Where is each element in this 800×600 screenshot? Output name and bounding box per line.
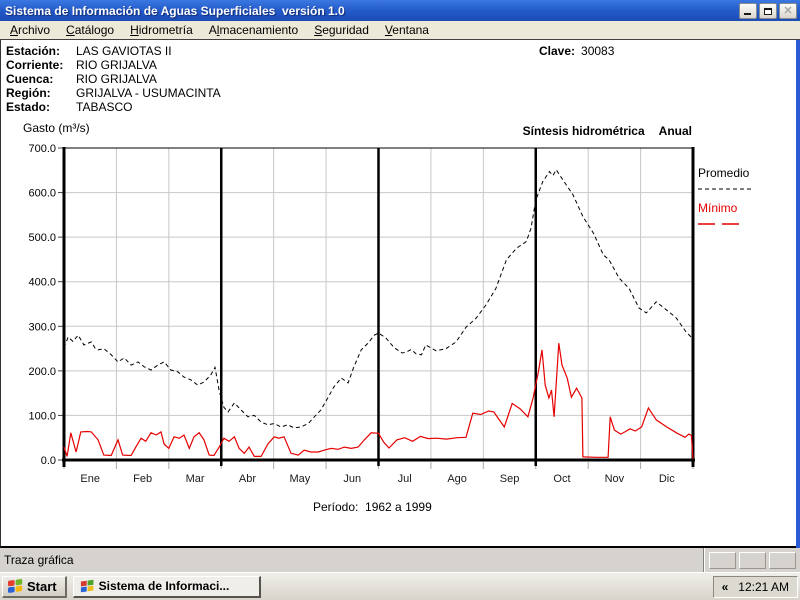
clave-value: 30083 — [581, 44, 615, 58]
svg-text:Sep: Sep — [500, 473, 520, 485]
start-button-label: Start — [27, 578, 57, 594]
statusbar-pane — [769, 551, 796, 569]
station-key: Clave: 30083 — [539, 44, 614, 58]
svg-text:500.0: 500.0 — [28, 232, 56, 244]
restore-icon — [764, 7, 772, 15]
series-promedio — [63, 168, 694, 429]
svg-text:400.0: 400.0 — [28, 277, 56, 289]
svg-text:200.0: 200.0 — [28, 366, 56, 378]
window-title: Sistema de Información de Aguas Superfic… — [5, 3, 345, 18]
station-value: TABASCO — [76, 100, 133, 114]
window-controls: ✕ — [739, 2, 800, 19]
menu-item-catalogo[interactable]: Catálogo — [58, 21, 122, 39]
start-button[interactable]: Start — [2, 575, 67, 598]
station-info: Estación: LAS GAVIOTAS II Corriente: RIO G… — [6, 44, 221, 114]
legend-entry-minimo: Mínimo — [698, 201, 752, 229]
svg-text:Jun: Jun — [343, 473, 361, 485]
menu-item-almacenamiento[interactable]: Almacenamiento — [201, 21, 306, 39]
menu-item-ventana[interactable]: Ventana — [377, 21, 437, 39]
svg-text:Ene: Ene — [80, 473, 100, 485]
y-axis-title: Gasto (m³/s) — [23, 121, 90, 135]
svg-text:May: May — [289, 473, 310, 485]
svg-text:600.0: 600.0 — [28, 188, 56, 200]
station-label: Cuenca: — [6, 72, 54, 86]
app-window-icon — [80, 579, 94, 592]
task-button-label: Sistema de Informaci... — [98, 579, 230, 593]
statusbar-pane — [739, 551, 766, 569]
dashed-line-sample-icon — [698, 188, 752, 190]
red-line-sample-icon — [698, 223, 742, 225]
menu-item-seguridad[interactable]: Seguridad — [306, 21, 377, 39]
statusbar-panes — [705, 551, 800, 569]
svg-text:Feb: Feb — [133, 473, 152, 485]
svg-text:Abr: Abr — [239, 473, 256, 485]
station-row: Cuenca: RIO GRIJALVA — [6, 72, 221, 86]
svg-text:Dic: Dic — [659, 473, 675, 485]
legend-label-promedio: Promedio — [698, 166, 750, 180]
legend-label-minimo: Mínimo — [698, 201, 738, 215]
station-label: Corriente: — [6, 58, 64, 72]
station-row: Estación: LAS GAVIOTAS II — [6, 44, 221, 58]
minimize-button[interactable] — [739, 2, 757, 19]
station-label: Estación: — [6, 44, 61, 58]
menu-item-archivo[interactable]: Archivo — [2, 21, 58, 39]
svg-text:700.0: 700.0 — [28, 143, 56, 155]
station-value: RIO GRIJALVA — [76, 58, 157, 72]
svg-text:0.0: 0.0 — [41, 455, 56, 467]
station-label: Estado: — [6, 100, 51, 114]
titlebar[interactable]: Sistema de Información de Aguas Superfic… — [0, 0, 800, 21]
menubar: Archivo Catálogo Hidrometría Almacenamiento… — [0, 21, 800, 40]
statusbar-text: Traza gráfica — [4, 553, 74, 567]
hydrograph-chart: 0.0 100.0 200.0 300.0 400.0 500.0 600.0 700.0 En… — [28, 143, 695, 485]
svg-text:Nov: Nov — [605, 473, 625, 485]
chart-mode-text: Anual — [658, 124, 692, 138]
clave-label: Clave: — [539, 44, 576, 58]
svg-text:Mar: Mar — [186, 473, 205, 485]
svg-text:Jul: Jul — [398, 473, 412, 485]
svg-text:100.0: 100.0 — [28, 410, 56, 422]
chart-title-text: Síntesis hidrométrica — [522, 124, 645, 138]
close-icon: ✕ — [783, 4, 793, 17]
menu-item-hidrometria[interactable]: Hidrometría — [122, 21, 201, 39]
taskbar: Start Sistema de Informaci... « 12:21 AM — [0, 572, 800, 600]
svg-text:300.0: 300.0 — [28, 321, 56, 333]
svg-text:Oct: Oct — [553, 473, 570, 485]
series-minimo — [63, 343, 694, 459]
tray-chevron-icon[interactable]: « — [722, 580, 729, 594]
chart-legend: Promedio Mínimo — [698, 166, 752, 236]
svg-text:Ago: Ago — [447, 473, 467, 485]
close-button[interactable]: ✕ — [779, 2, 797, 19]
app-window: Sistema de Información de Aguas Superfic… — [0, 0, 800, 572]
restore-button[interactable] — [759, 2, 777, 19]
station-value: RIO GRIJALVA — [76, 72, 157, 86]
legend-entry-promedio: Promedio — [698, 166, 752, 194]
system-tray: « 12:21 AM — [712, 575, 798, 598]
station-row: Región: GRIJALVA - USUMACINTA — [6, 86, 221, 100]
taskbar-task-button[interactable]: Sistema de Informaci... — [72, 575, 261, 598]
station-label: Región: — [6, 86, 51, 100]
station-row: Estado: TABASCO — [6, 100, 221, 114]
station-value: LAS GAVIOTAS II — [76, 44, 172, 58]
taskbar-clock: 12:21 AM — [738, 579, 789, 594]
statusbar: Traza gráfica — [0, 548, 800, 572]
station-row: Corriente: RIO GRIJALVA — [6, 58, 221, 72]
chart-title: Síntesis hidrométrica Anual — [523, 124, 692, 138]
chart-caption: Período: 1962 a 1999 — [313, 500, 432, 514]
station-value: GRIJALVA - USUMACINTA — [76, 86, 221, 100]
windows-logo-icon — [8, 578, 23, 593]
minimize-icon — [744, 12, 751, 15]
statusbar-pane — [709, 551, 736, 569]
client-area: Estación: LAS GAVIOTAS II Corriente: RIO G… — [0, 40, 796, 548]
